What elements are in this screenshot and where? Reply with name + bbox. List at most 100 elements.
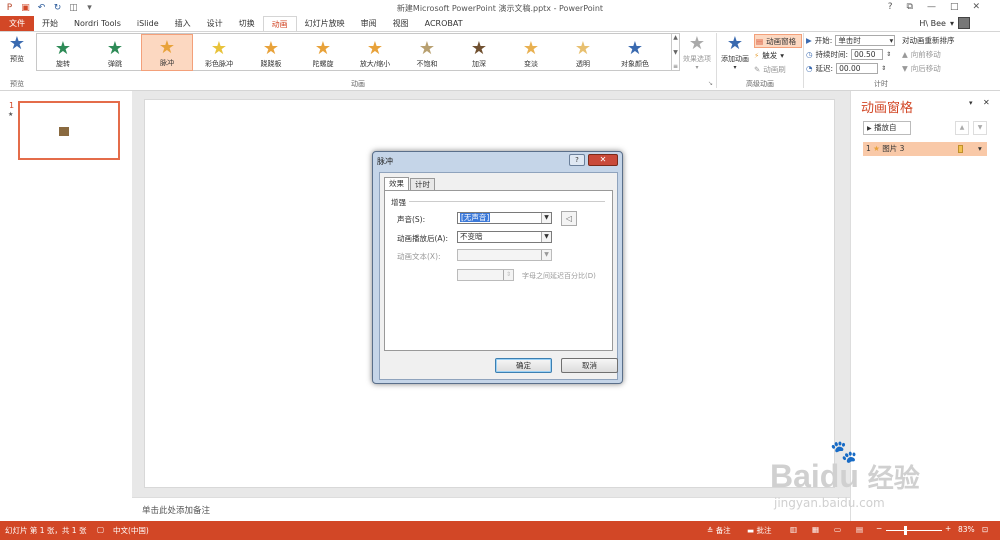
delay-percent-input[interactable]: ⇕ (457, 269, 514, 281)
comments-toggle[interactable]: ▬ 批注 (747, 525, 771, 536)
start-select[interactable]: 单击时 ▾ (835, 34, 896, 46)
effect-star-icon: ★ (522, 38, 540, 59)
play-from-button[interactable]: ▶ 播放自 (863, 121, 911, 135)
proofing-icon[interactable]: ▢ (97, 525, 104, 534)
effect-star-icon: ★ (366, 38, 384, 59)
tab-nordri-tools[interactable]: Nordri Tools (66, 16, 129, 31)
scroll-down-icon[interactable]: ▼ (673, 49, 678, 56)
effect-item[interactable]: ★ 弹跳 (89, 34, 141, 71)
preview-star-icon: ★ (8, 33, 26, 54)
effect-item[interactable]: ★ 加深 (453, 34, 505, 71)
sound-select[interactable]: [无声音] ▼ (457, 212, 552, 224)
slide-thumbnail[interactable] (18, 101, 120, 160)
close-icon[interactable]: ✕ (972, 2, 980, 12)
normal-view-icon[interactable]: ▥ (790, 525, 797, 534)
tab-slideshow[interactable]: 幻灯片放映 (297, 16, 353, 31)
notes-area[interactable]: 单击此处添加备注 (132, 497, 850, 521)
effect-label: 对象颜色 (621, 60, 649, 68)
play-icon: ▶ (867, 125, 872, 132)
move-later-button[interactable]: ▼ 向后移动 (902, 61, 998, 75)
zoom-slider[interactable] (886, 526, 942, 535)
ribbon-display-icon[interactable]: ⧉ (907, 2, 913, 12)
reading-view-icon[interactable]: ▭ (834, 525, 841, 534)
maximize-icon[interactable]: □ (950, 2, 959, 12)
slideshow-icon[interactable]: ▤ (856, 525, 863, 534)
zoom-out-icon[interactable]: − (876, 524, 882, 533)
animation-pane-icon: ▤ (756, 36, 764, 46)
effect-item[interactable]: ★ 透明 (557, 34, 609, 71)
duration-input[interactable]: 00.50 (851, 48, 884, 60)
cancel-button[interactable]: 取消 (561, 358, 618, 373)
effect-label: 跷跷板 (260, 60, 282, 68)
scroll-up-icon[interactable]: ▲ (673, 34, 678, 41)
effect-item[interactable]: ★ 不饱和 (401, 34, 453, 71)
animate-text-select[interactable]: ▼ (457, 249, 552, 261)
effect-item[interactable]: ★ 旋转 (37, 34, 89, 71)
help-icon[interactable]: ? (888, 2, 893, 12)
tab-home[interactable]: 开始 (34, 16, 66, 31)
dialog-close-button[interactable]: ✕ (588, 154, 618, 166)
move-up-icon[interactable]: ▲ (955, 121, 969, 135)
dialog-launcher-icon[interactable]: ↘ (708, 80, 713, 87)
tab-insert[interactable]: 插入 (167, 16, 199, 31)
preview-button[interactable]: ★ 预览 (2, 34, 32, 74)
tab-file[interactable]: 文件 (0, 16, 34, 31)
animation-gallery: ★ 旋转 ★ 弹跳 ★ 脉冲 ★ 彩色脉冲 ★ 跷跷板 ★ 陀螺旋 ★ 放大/缩小 ★ 不饱和 ★ 加深 ★ 变淡 ★ 透… (36, 33, 672, 71)
tab-islide[interactable]: iSlide (129, 16, 167, 31)
slide-sorter-icon[interactable]: ▦ (812, 525, 819, 534)
delay-percent-label: 字母之间延迟百分比(D) (522, 272, 596, 280)
pane-options-icon[interactable]: ▾ (969, 99, 973, 107)
tab-animations[interactable]: 动画 (262, 16, 297, 31)
zoom-level[interactable]: 83% (958, 525, 975, 534)
delay-input[interactable]: 00.00 (836, 62, 879, 74)
animation-list-item[interactable]: 1 ★ 图片 3 ▾ (863, 142, 987, 156)
lightning-icon: ⚡ (754, 50, 760, 60)
tab-view[interactable]: 视图 (385, 16, 417, 31)
item-name: 图片 3 (882, 144, 905, 153)
spinner-icon[interactable]: ⇕ (881, 65, 886, 72)
move-down-icon[interactable]: ▼ (973, 121, 987, 135)
effect-item[interactable]: ★ 彩色脉冲 (193, 34, 245, 71)
trigger-button[interactable]: ⚡ 触发 ▾ (754, 48, 802, 62)
effect-item[interactable]: ★ 对象颜色 (609, 34, 661, 71)
zoom-thumb[interactable] (904, 526, 907, 535)
ok-button[interactable]: 确定 (495, 358, 552, 373)
tab-effect[interactable]: 效果 (384, 177, 409, 191)
gallery-more-icon[interactable]: ≡ (673, 63, 678, 70)
tab-design[interactable]: 设计 (199, 16, 231, 31)
effect-item[interactable]: ★ 放大/缩小 (349, 34, 401, 71)
effect-item[interactable]: ★ 陀螺旋 (297, 34, 349, 71)
user-account[interactable]: H\ Bee ▾ (919, 17, 970, 29)
notes-toggle[interactable]: ≙ 备注 (707, 525, 731, 536)
effect-item[interactable]: ★ 变淡 (505, 34, 557, 71)
animation-painter-button[interactable]: ✎ 动画刷 (754, 62, 802, 76)
effect-item[interactable]: ★ 脉冲 (141, 34, 193, 71)
after-animation-select[interactable]: 不变暗 ▼ (457, 231, 552, 243)
gallery-scroll[interactable]: ▲ ▼ ≡ (672, 33, 680, 71)
effect-panel: 增强 声音(S): [无声音] ▼ ◁ 动画播放后(A): 不变暗 ▼ 动画文本… (384, 190, 613, 351)
zoom-in-icon[interactable]: + (945, 524, 951, 533)
animation-pane-button[interactable]: ▤ 动画窗格 (754, 34, 802, 48)
tab-review[interactable]: 审阅 (353, 16, 385, 31)
add-animation-star-icon: ★ (726, 33, 744, 54)
chevron-down-icon[interactable]: ▾ (978, 142, 982, 156)
notes-placeholder: 单击此处添加备注 (142, 506, 211, 516)
language[interactable]: 中文(中国) (113, 525, 149, 536)
speaker-icon[interactable]: ◁ (561, 211, 577, 226)
fit-slide-icon[interactable]: ⊡ (982, 525, 988, 534)
pulse-effect-dialog: 脉冲 ? ✕ 效果 计时 增强 声音(S): [无声音] ▼ ◁ 动画播放后(A… (372, 151, 623, 384)
effect-label: 旋转 (56, 60, 70, 68)
tab-transitions[interactable]: 切换 (231, 16, 263, 31)
add-animation-button[interactable]: ★ 添加动画 ▾ (718, 33, 752, 72)
dialog-help-button[interactable]: ? (569, 154, 585, 166)
arrow-down-icon: ▼ (902, 63, 908, 73)
effect-item[interactable]: ★ 跷跷板 (245, 34, 297, 71)
add-animation-label: 添加动画 (721, 55, 749, 63)
spinner-icon[interactable]: ⇕ (886, 51, 891, 58)
pane-close-icon[interactable]: ✕ (983, 98, 990, 107)
animate-text-label: 动画文本(X): (397, 252, 441, 261)
effect-options-button[interactable]: ★ 效果选项 ▾ (680, 34, 714, 72)
move-earlier-button[interactable]: ▲ 向前移动 (902, 47, 998, 61)
minimize-icon[interactable]: — (927, 2, 936, 12)
tab-acrobat[interactable]: ACROBAT (417, 16, 471, 31)
